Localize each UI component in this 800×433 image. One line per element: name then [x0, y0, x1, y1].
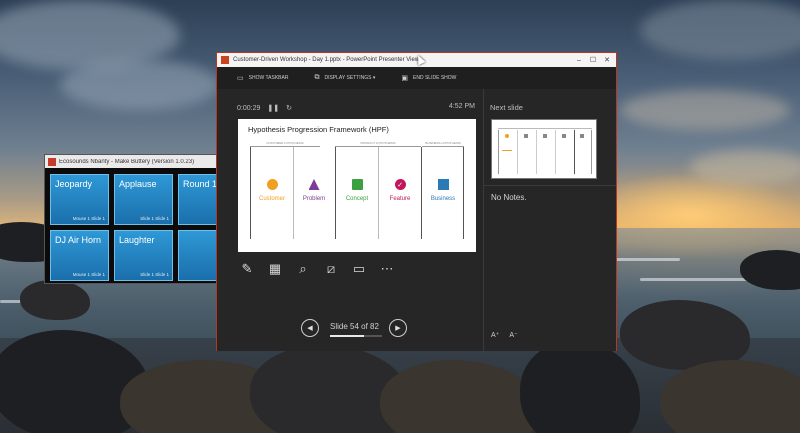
stage-label: Concept: [345, 196, 369, 202]
stage-business: Business: [422, 179, 464, 202]
sound-button-laughter[interactable]: Laughter Slide 1 Slide 1: [114, 230, 173, 281]
presenter-view-window[interactable]: Customer-Driven Workshop - Day 1.pptx - …: [216, 52, 617, 351]
pen-icon[interactable]: ✎: [237, 259, 257, 279]
soundboard-title: Ecosounds Nbanty - Make Buttery (Version…: [59, 158, 195, 165]
sound-button-label: Applause: [119, 179, 157, 189]
presenter-toolbar: ▭ SHOW TASKBAR ⧉ DISPLAY SETTINGS ▾ ▣ EN…: [217, 67, 616, 89]
slide-tools: ✎ ▦ ⌕ ⧄ ▭ ⋯: [237, 259, 405, 279]
slide-navigation: ◀ Slide 54 of 82 ▶: [301, 317, 413, 339]
warning-icon: [308, 179, 320, 190]
sound-button-label: Laughter: [119, 235, 155, 245]
display-settings-label: DISPLAY SETTINGS ▾: [324, 75, 376, 81]
next-slide-pane: Next slide No Notes. A⁺ A⁻: [484, 89, 616, 351]
sound-button-shortcut: Mouse 1 Slide 1: [72, 272, 105, 277]
current-slide-pane: 0:00:29 ❚❚ ↻ 4:52 PM Hypothesis Progress…: [217, 89, 483, 351]
display-settings-button[interactable]: ⧉ DISPLAY SETTINGS ▾: [314, 74, 375, 82]
show-taskbar-button[interactable]: ▭ SHOW TASKBAR: [237, 74, 288, 82]
person-icon: [266, 179, 278, 190]
clock: 4:52 PM: [448, 103, 475, 110]
slide-progress-fill: [330, 335, 365, 337]
zoom-icon[interactable]: ⌕: [293, 259, 313, 279]
soundboard-window[interactable]: Ecosounds Nbanty - Make Buttery (Version…: [44, 154, 237, 284]
sound-button-jeopardy[interactable]: Jeopardy Mouse 1 Slide 1: [50, 174, 109, 225]
sound-button-applause[interactable]: Applause Slide 1 Slide 1: [114, 174, 173, 225]
phase-label: BUSINESS HYPOTHESIS: [425, 141, 461, 145]
stage-label: Customer: [258, 196, 285, 202]
next-slide-thumbnail[interactable]: [491, 119, 597, 179]
sound-button-shortcut: Slide 1 Slide 1: [140, 272, 169, 277]
maximize-icon[interactable]: ☐: [586, 53, 600, 67]
timer-row: 0:00:29 ❚❚ ↻ 4:52 PM: [237, 103, 475, 113]
powerpoint-app-icon: [221, 56, 229, 64]
soundboard-app-icon: [48, 157, 56, 166]
sound-button-grid: Jeopardy Mouse 1 Slide 1 Applause Slide …: [50, 174, 237, 281]
more-options-icon[interactable]: ⋯: [377, 259, 397, 279]
next-slide-label: Next slide: [490, 103, 523, 112]
phase-label: CUSTOMER HYPOTHESIS: [266, 141, 304, 145]
stage-concept: Concept: [336, 179, 378, 202]
slide-counter: Slide 54 of 82: [330, 322, 379, 331]
show-taskbar-label: SHOW TASKBAR: [248, 75, 289, 81]
hpf-framework: CUSTOMER HYPOTHESIS PRODUCT HYPOTHESIS B…: [250, 139, 464, 239]
sound-button-label: Jeopardy: [55, 179, 93, 189]
end-show-icon: ▣: [401, 75, 409, 82]
speaker-notes: No Notes.: [491, 193, 527, 202]
end-slide-show-label: END SLIDE SHOW: [413, 75, 457, 81]
sound-button-shortcut: Mouse 1 Slide 1: [72, 216, 105, 221]
elapsed-timer: 0:00:29: [237, 104, 261, 112]
soundboard-titlebar[interactable]: Ecosounds Nbanty - Make Buttery (Version…: [45, 155, 218, 168]
presenter-title: Customer-Driven Workshop - Day 1.pptx - …: [233, 57, 420, 63]
display-settings-icon: ⧉: [314, 74, 320, 81]
stage-label: Problem: [302, 196, 326, 202]
end-slide-show-button[interactable]: ▣ END SLIDE SHOW: [401, 74, 456, 82]
stage-customer: Customer: [251, 179, 293, 202]
sound-button-dj-air-horn[interactable]: DJ Air Horn Mouse 1 Slide 1: [50, 230, 109, 281]
stage-problem: Problem: [293, 179, 335, 202]
taskbar-icon: ▭: [237, 75, 244, 82]
close-icon[interactable]: ✕: [600, 53, 614, 67]
minimize-icon[interactable]: –: [572, 53, 586, 67]
current-slide[interactable]: Hypothesis Progression Framework (HPF) C…: [238, 119, 476, 252]
see-all-slides-icon[interactable]: ▦: [265, 259, 285, 279]
checkmark-icon: ✓: [394, 179, 406, 190]
decrease-font-icon[interactable]: A⁻: [509, 331, 517, 339]
pause-icon[interactable]: ❚❚: [267, 104, 279, 112]
stage-feature: ✓ Feature: [379, 179, 421, 202]
sound-button-label: Round 1: [183, 179, 218, 189]
phase-label: PRODUCT HYPOTHESIS: [360, 141, 396, 145]
sound-button-label: DJ Air Horn: [55, 235, 102, 245]
bar-chart-icon: [437, 179, 449, 190]
stage-label: Business: [430, 196, 456, 202]
previous-slide-button[interactable]: ◀: [301, 319, 319, 337]
increase-font-icon[interactable]: A⁺: [491, 331, 499, 339]
slide-progress-bar: [330, 335, 382, 337]
next-slide-button[interactable]: ▶: [389, 319, 407, 337]
black-screen-icon[interactable]: ⧄: [321, 259, 341, 279]
restart-timer-icon[interactable]: ↻: [286, 104, 292, 112]
window-controls: – ☐ ✕: [572, 53, 614, 67]
slide-title: Hypothesis Progression Framework (HPF): [248, 125, 389, 134]
notes-font-controls: A⁺ A⁻: [491, 331, 528, 339]
subtitles-icon[interactable]: ▭: [349, 259, 369, 279]
stage-label: Feature: [389, 196, 411, 202]
gift-icon: [351, 179, 363, 190]
sound-button-shortcut: Slide 1 Slide 1: [140, 216, 169, 221]
